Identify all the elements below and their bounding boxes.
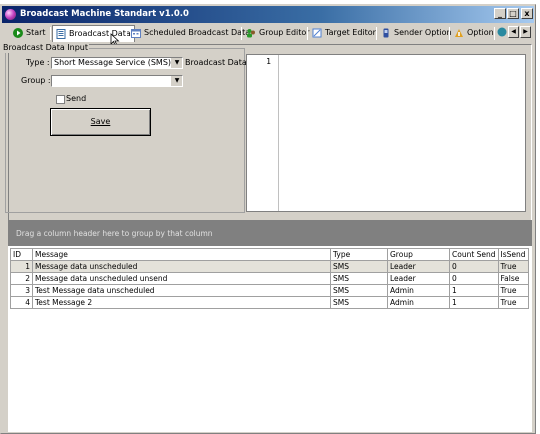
column-header-type[interactable]: Type [330,248,388,261]
maximize-button[interactable]: □ [507,8,519,19]
chevron-down-icon[interactable]: ▼ [171,58,182,68]
send-checkbox[interactable] [56,95,65,104]
broadcast-data-editor[interactable] [246,54,526,212]
column-header-issend[interactable]: IsSend [497,248,529,261]
cell-issend: True [497,260,529,273]
cell-type: SMS [330,272,388,285]
cell-issend: True [497,296,529,309]
tab-start[interactable]: Start [10,25,49,42]
close-button[interactable]: x [521,8,533,19]
line-number: 1 [266,57,271,66]
cell-type: SMS [330,296,388,309]
target-icon [312,28,322,38]
calendar-icon [131,29,141,38]
cell-issend: False [497,272,529,285]
document-icon [56,29,66,39]
table-row[interactable]: 4 Test Message 2 SMS Admin 1 True [10,296,529,309]
app-icon [5,9,16,20]
tab-start-label: Start [26,28,46,37]
window-title: Broadcast Machine Standart v1.0.0 [20,9,189,19]
tab-scroll-left-button[interactable]: ◀ [508,26,519,38]
tab-separator [307,27,308,40]
column-header-id[interactable]: ID [10,248,33,261]
tab-target-editor-label: Target Editor [325,28,376,37]
cell-message: Test Message 2 [32,296,331,309]
send-checkbox-label: Send [66,94,87,103]
cell-message: Message data unscheduled [32,260,331,273]
type-label: Type : [26,58,50,67]
column-header-message[interactable]: Message [32,248,331,261]
tab-scroll-right-button[interactable]: ▶ [520,26,531,38]
cell-count-send: 1 [449,296,499,309]
cell-message: Message data unscheduled unsend [32,272,331,285]
cell-issend: True [497,284,529,297]
tab-separator [50,27,51,40]
groupbox-title: Broadcast Data Input [2,43,89,53]
cell-type: SMS [330,260,388,273]
play-icon [13,28,23,38]
minimize-button[interactable]: _ [494,8,506,19]
tab-broadcast-data[interactable]: Broadcast Data [52,25,135,42]
save-button[interactable]: Save [50,108,151,136]
broadcast-data-label: Broadcast Data : [185,58,252,67]
tab-separator [126,27,127,40]
cell-group: Leader [387,272,450,285]
line-number-gutter [247,55,279,211]
cell-id: 2 [10,272,33,285]
column-header-group[interactable]: Group [387,248,450,261]
table-header-row: ID Message Type Group Count Send IsSend [10,248,529,261]
cell-id: 4 [10,296,33,309]
tab-group-editor-label: Group Editor [259,28,310,37]
tab-sender-option[interactable]: Sender Option [378,25,455,42]
chevron-down-icon[interactable]: ▼ [171,76,182,86]
tab-target-editor[interactable]: Target Editor [309,25,379,42]
tab-separator [241,27,242,40]
option-icon [455,29,463,37]
tab-option[interactable]: Option [451,25,497,42]
broadcast-data-table[interactable]: ID Message Type Group Count Send IsSend … [10,248,529,309]
cell-id: 1 [10,260,33,273]
cell-group: Admin [387,284,450,297]
cell-count-send: 1 [449,284,499,297]
cell-id: 3 [10,284,33,297]
cell-count-send: 0 [449,272,499,285]
table-row[interactable]: 1 Message data unscheduled SMS Leader 0 … [10,260,529,273]
tab-group-editor[interactable]: Group Editor [243,25,313,42]
group-icon [247,29,255,38]
table-row[interactable]: 3 Test Message data unscheduled SMS Admi… [10,284,529,297]
save-button-label: Save [90,117,111,126]
cell-type: SMS [330,284,388,297]
table-row[interactable]: 2 Message data unscheduled unsend SMS Le… [10,272,529,285]
column-header-count-send[interactable]: Count Send [449,248,499,261]
cell-count-send: 0 [449,260,499,273]
tab-separator [376,27,377,40]
tab-separator [449,27,450,40]
group-select[interactable]: ▼ [51,75,183,87]
tab-scheduled-broadcast-data-label: Scheduled Broadcast Data [144,28,251,37]
cell-message: Test Message data unscheduled [32,284,331,297]
type-select[interactable]: Short Message Service (SMS) ▼ [51,57,183,69]
type-select-value: Short Message Service (SMS) [54,58,172,67]
tab-sender-option-label: Sender Option [394,28,452,37]
cell-group: Admin [387,296,450,309]
cell-group: Leader [387,260,450,273]
phone-icon [383,28,389,38]
tab-scheduled-broadcast-data[interactable]: Scheduled Broadcast Data [128,25,253,42]
overflow-tab-icon[interactable] [497,27,507,37]
group-by-hint: Drag a column header here to group by th… [16,229,213,238]
tab-option-label: Option [467,28,494,37]
tab-broadcast-data-label: Broadcast Data [69,29,131,38]
tab-separator [494,27,495,40]
group-label: Group : [21,76,51,85]
